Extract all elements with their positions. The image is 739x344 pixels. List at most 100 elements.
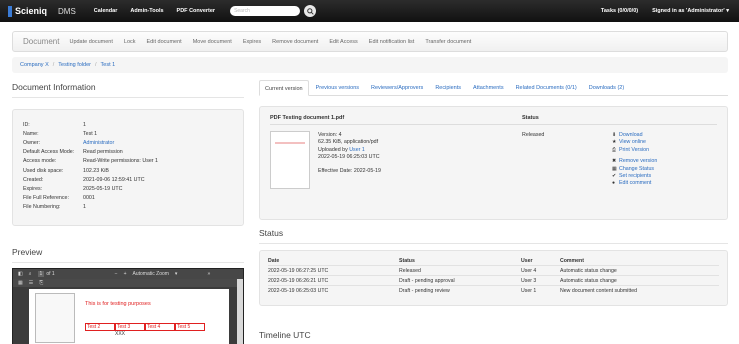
uploaded-by-label: Uploaded by — [318, 146, 348, 153]
breadcrumb-document[interactable]: Test 1 — [101, 62, 116, 68]
owner-link[interactable]: Administrator — [83, 140, 114, 146]
pdf-scrollbar[interactable] — [237, 279, 243, 344]
zoom-in-icon[interactable]: + — [124, 271, 127, 277]
info-row: Name: Test 1 — [23, 129, 243, 138]
pdf-viewer[interactable]: ◧ ⌕ 1 of 1 − + Automatic Zoom ▾ » ▦ ☰ ⎘ … — [12, 268, 244, 344]
info-value: Read permission — [83, 149, 123, 156]
preview-title: Preview — [12, 245, 244, 263]
version-status: Released — [522, 132, 545, 138]
zoom-out-icon[interactable]: − — [115, 271, 118, 277]
thumbnails-icon[interactable]: ▦ — [18, 280, 23, 286]
download-action[interactable]: ⬇ Download — [612, 132, 657, 139]
find-icon[interactable]: ⌕ — [29, 271, 32, 277]
signed-in-label: Signed in as 'Administrator' — [652, 8, 725, 14]
pdf-table-cell: Test 3 — [115, 323, 145, 331]
attachments-icon[interactable]: ⎘ — [39, 280, 43, 286]
nav-admin-tools[interactable]: Admin-Tools — [130, 8, 163, 14]
tab-related-documents[interactable]: Related Documents (0/1) — [511, 80, 582, 95]
nav-calendar[interactable]: Calendar — [94, 8, 118, 14]
edit-comment-link[interactable]: Edit comment — [619, 180, 651, 186]
info-key: Access mode: — [23, 158, 57, 165]
pdf-viewer-toolbar: ◧ ⌕ 1 of 1 − + Automatic Zoom ▾ » — [13, 269, 243, 279]
status-user: User 3 — [521, 277, 537, 284]
brand-name: Scieniq — [15, 6, 48, 16]
status-section: Status — [259, 226, 728, 244]
user-menu[interactable]: Signed in as 'Administrator' ▾ — [652, 8, 729, 14]
view-online-link[interactable]: View online — [619, 139, 646, 145]
info-row: File Full Reference: 0001 — [23, 194, 243, 203]
set-recipients-link[interactable]: Set recipients — [619, 173, 651, 179]
transfer-document-button[interactable]: Transfer document — [425, 39, 471, 45]
info-key: Name: — [23, 130, 39, 137]
info-value: 0001 — [83, 195, 95, 202]
info-key: File Numbering: — [23, 204, 61, 211]
info-row: Expires: 2025-05-19 UTC — [23, 184, 243, 193]
expires-button[interactable]: Expires — [243, 39, 261, 45]
download-link[interactable]: Download — [619, 132, 643, 138]
column-header-comment: Comment — [560, 257, 584, 264]
tab-reviewers-approvers[interactable]: Reviewers/Approvers — [366, 80, 428, 95]
update-document-button[interactable]: Update document — [69, 39, 112, 45]
remove-version-link[interactable]: Remove version — [619, 158, 657, 164]
remove-version-action[interactable]: ✖ Remove version — [612, 158, 657, 165]
tab-current-version[interactable]: Current version — [259, 80, 309, 96]
outline-icon[interactable]: ☰ — [29, 280, 33, 286]
set-recipients-action[interactable]: ✔ Set recipients — [612, 173, 657, 180]
edit-document-button[interactable]: Edit document — [147, 39, 182, 45]
edit-comment-action[interactable]: ● Edit comment — [612, 180, 657, 187]
brand-mark-icon — [8, 5, 12, 17]
pdf-table-cell: XXX — [115, 331, 126, 337]
view-online-action[interactable]: ★ View online — [612, 139, 657, 146]
table-row: 2022-05-19 06:25:03 UTC Draft - pending … — [268, 286, 719, 296]
change-status-link[interactable]: Change Status — [619, 166, 654, 172]
more-tools-icon[interactable]: » — [207, 271, 210, 277]
table-row: 2022-05-19 06:27:25 UTC Released User 4 … — [268, 266, 719, 276]
chevron-down-icon: ▾ — [174, 271, 178, 277]
status-column-header: Status — [522, 115, 539, 121]
edit-notification-list-button[interactable]: Edit notification list — [369, 39, 415, 45]
dms-link[interactable]: DMS — [58, 7, 76, 16]
tab-previous-versions[interactable]: Previous versions — [311, 80, 364, 95]
document-toolbar: Document Update document Lock Edit docum… — [12, 31, 728, 52]
zoom-select[interactable]: Automatic Zoom — [133, 271, 169, 277]
uploaded-by-user-link[interactable]: User 1 — [349, 147, 365, 153]
version-details: Version: 4 62.35 KiB, application/pdf Up… — [318, 132, 381, 175]
pdf-table-cell: Test 5 — [175, 323, 205, 331]
status-title: Status — [259, 226, 728, 244]
page-number-input[interactable]: 1 — [37, 271, 45, 277]
lock-button[interactable]: Lock — [124, 39, 136, 45]
info-key: Expires: — [23, 185, 43, 192]
tab-downloads[interactable]: Downloads (2) — [584, 80, 629, 95]
tasks-link[interactable]: Tasks (0/0/0/0) — [601, 8, 638, 14]
breadcrumb-folder[interactable]: Testing folder — [58, 62, 91, 68]
tab-recipients[interactable]: Recipients — [430, 80, 466, 95]
check-icon: ✔ — [612, 173, 617, 180]
file-size: 62.35 KiB, application/pdf — [318, 139, 379, 146]
pdf-page-thumbnail — [35, 293, 75, 343]
print-version-link[interactable]: Print Version — [619, 147, 649, 153]
info-row: Default Access Mode: Read permission — [23, 148, 243, 157]
status-date: 2022-05-19 06:27:25 UTC — [268, 267, 329, 274]
sidebar-toggle-icon[interactable]: ◧ — [18, 271, 23, 277]
search-button[interactable] — [304, 5, 317, 17]
status-date: 2022-05-19 06:25:03 UTC — [268, 288, 329, 294]
preview-section: Preview — [12, 245, 244, 263]
move-document-button[interactable]: Move document — [193, 39, 232, 45]
remove-document-button[interactable]: Remove document — [272, 39, 318, 45]
brand-logo[interactable]: Scieniq — [8, 5, 48, 17]
print-version-action[interactable]: ⎙ Print Version — [612, 147, 657, 154]
nav-pdf-converter[interactable]: PDF Converter — [177, 8, 216, 14]
tab-attachments[interactable]: Attachments — [468, 80, 509, 95]
info-value: 2025-05-19 UTC — [83, 185, 123, 192]
breadcrumb-company[interactable]: Company X — [20, 62, 49, 68]
document-thumbnail[interactable] — [270, 131, 310, 189]
pdf-page: This is for testing purposes Test 2 Test… — [29, 289, 229, 344]
remove-icon: ✖ — [612, 158, 617, 165]
edit-access-button[interactable]: Edit Access — [329, 39, 357, 45]
search-input[interactable]: Search — [230, 6, 301, 16]
info-key: Default Access Mode: — [23, 149, 75, 156]
effective-date: Effective Date: 2022-05-19 — [318, 167, 381, 174]
pdf-table-cell: Test 4 — [145, 323, 175, 331]
document-info-panel: Document Information ID: 1 Name: Test 1 Ow… — [12, 80, 244, 226]
change-status-action[interactable]: ▦ Change Status — [612, 166, 657, 173]
